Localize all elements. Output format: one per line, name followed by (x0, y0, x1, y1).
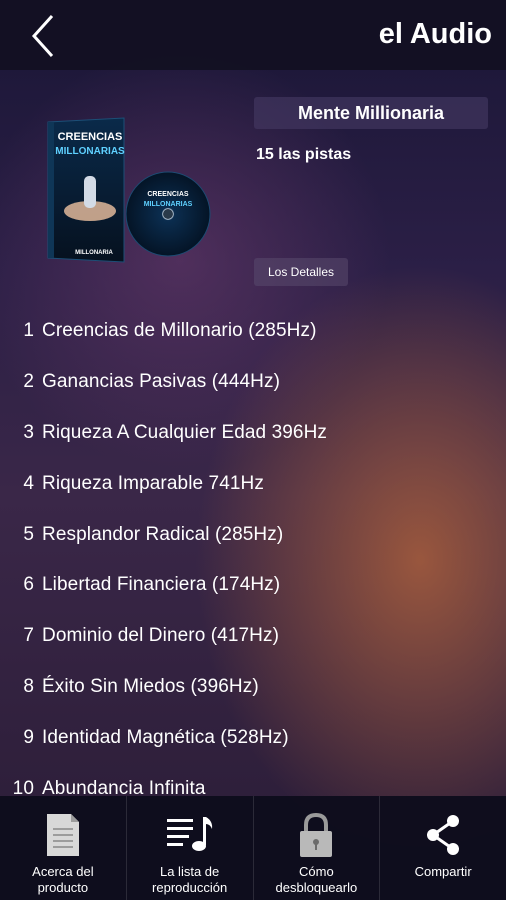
album-cover-image: CREENCIAS MILLONARIAS MILLONARIA CREENCI… (47, 117, 211, 263)
page-title: el Audio (378, 18, 492, 50)
track-item[interactable]: 4 Riqueza Imparable 741Hz (0, 458, 506, 509)
track-item[interactable]: 3 Riqueza A Cualquier Edad 396Hz (0, 408, 506, 459)
track-count: 15 las pistas (256, 146, 352, 163)
track-title: Riqueza A Cualquier Edad 396Hz (42, 421, 328, 443)
track-item[interactable]: 6 Libertad Financiera (174Hz) (0, 560, 506, 611)
track-number: 7 (23, 625, 34, 647)
track-list: 1 Creencias de Millonario (285Hz) 2 Gananc… (0, 306, 506, 814)
top-bar: el Audio (0, 0, 506, 70)
disc-title-line2: MILLONARIAS (144, 201, 193, 208)
nav-label: Compartir (414, 864, 472, 879)
track-number: 2 (23, 371, 34, 393)
track-item[interactable]: 1 Creencias de Millonario (285Hz) (0, 306, 506, 357)
nav-about-product[interactable]: Acerca del producto (0, 796, 126, 900)
track-title: Dominio del Dinero (417Hz) (42, 625, 280, 647)
track-item[interactable]: 7 Dominio del Dinero (417Hz) (0, 611, 506, 662)
nav-label: La lista de reproducción (152, 864, 228, 895)
track-number: 6 (23, 574, 34, 596)
album-name: Mente Millionaria (254, 97, 488, 129)
track-title: Creencias de Millonario (285Hz) (42, 320, 317, 342)
cover-title-line2: MILLONARIAS (55, 146, 125, 157)
track-number: 4 (23, 472, 34, 494)
share-icon (427, 815, 460, 855)
track-number: 9 (23, 726, 34, 748)
nav-share[interactable]: Compartir (379, 796, 506, 900)
track-item[interactable]: 9 Identidad Magnética (528Hz) (0, 712, 506, 763)
document-icon (46, 814, 79, 856)
bottom-nav: Acerca del producto La lista de reproduc… (0, 796, 506, 900)
track-item[interactable]: 2 Ganancias Pasivas (444Hz) (0, 357, 506, 408)
cover-title-line1: CREENCIAS (58, 131, 123, 143)
playlist-icon (166, 817, 212, 851)
track-number: 3 (23, 421, 34, 443)
track-title: Identidad Magnética (528Hz) (42, 726, 289, 748)
nav-playlist[interactable]: La lista de reproducción (125, 796, 253, 900)
disc-title-line1: CREENCIAS (147, 191, 189, 198)
cover-footer-text: MILLONARIA (75, 250, 113, 256)
nav-label: Cómo desbloquearlo (275, 864, 358, 895)
nav-label: Acerca del producto (32, 864, 94, 895)
details-button[interactable]: Los Detalles (254, 258, 348, 286)
track-number: 8 (23, 675, 34, 697)
track-title: Riqueza Imparable 741Hz (42, 472, 264, 494)
back-arrow-icon[interactable] (28, 14, 58, 58)
track-title: Éxito Sin Miedos (396Hz) (42, 675, 259, 697)
track-number: 1 (23, 320, 34, 342)
nav-unlock[interactable]: Cómo desbloquearlo (252, 796, 380, 900)
lock-icon (300, 812, 333, 857)
track-title: Libertad Financiera (174Hz) (42, 574, 281, 596)
track-title: Ganancias Pasivas (444Hz) (42, 371, 280, 393)
track-title: Resplandor Radical (285Hz) (42, 523, 284, 545)
track-number: 5 (23, 523, 34, 545)
track-item[interactable]: 8 Éxito Sin Miedos (396Hz) (0, 662, 506, 713)
track-item[interactable]: 5 Resplandor Radical (285Hz) (0, 509, 506, 560)
